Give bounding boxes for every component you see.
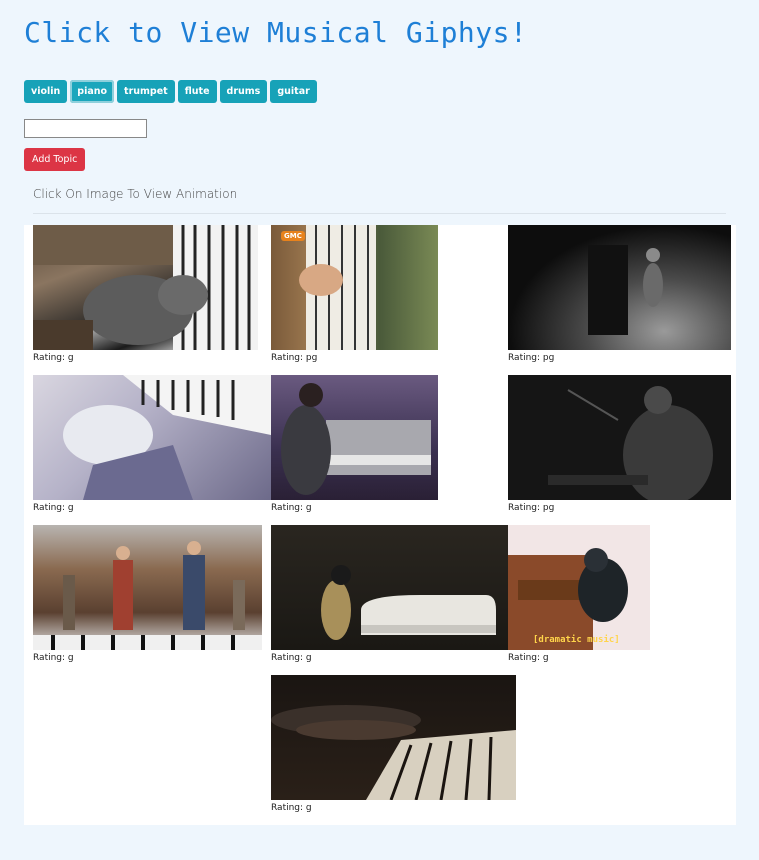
gif-image[interactable] <box>508 225 731 350</box>
gif-image[interactable] <box>271 525 508 650</box>
gif-image[interactable]: GMC <box>271 225 438 350</box>
gif-rating: Rating: pg <box>508 503 555 513</box>
topic-input[interactable] <box>24 119 147 138</box>
gif-rating: Rating: g <box>508 653 549 663</box>
gif-image[interactable] <box>33 225 258 350</box>
gif-gallery: Rating: g GMC Rating: pg Rating: pg Rati… <box>24 225 736 825</box>
gif-card: Rating: g <box>271 675 516 813</box>
gif-card: Rating: g <box>271 375 438 513</box>
gif-image[interactable] <box>271 375 438 500</box>
topic-button-row: violin piano trumpet flute drums guitar <box>24 80 317 103</box>
gif-card: Rating: g <box>33 225 258 363</box>
gif-image[interactable]: [dramatic music] <box>508 525 650 650</box>
gif-card: [dramatic music] Rating: g <box>508 525 650 663</box>
topic-button-flute[interactable]: flute <box>177 80 217 103</box>
gif-caption: [dramatic music] <box>533 635 620 645</box>
gif-image[interactable] <box>508 375 731 500</box>
gif-image[interactable] <box>33 525 262 650</box>
instruction-text: Click On Image To View Animation <box>33 187 238 201</box>
gif-image[interactable] <box>271 675 516 800</box>
gif-image[interactable] <box>33 375 271 500</box>
gif-rating: Rating: g <box>271 653 312 663</box>
gif-card: Rating: pg <box>508 375 731 513</box>
channel-badge: GMC <box>281 231 305 241</box>
page-title: Click to View Musical Giphys! <box>24 16 528 49</box>
topic-button-guitar[interactable]: guitar <box>270 80 317 103</box>
gif-rating: Rating: g <box>271 503 312 513</box>
gif-card: Rating: g <box>33 375 271 513</box>
topic-button-trumpet[interactable]: trumpet <box>117 80 175 103</box>
gif-rating: Rating: g <box>33 503 74 513</box>
gif-rating: Rating: g <box>33 653 74 663</box>
topic-button-violin[interactable]: violin <box>24 80 68 103</box>
gif-rating: Rating: g <box>271 803 312 813</box>
topic-button-piano[interactable]: piano <box>70 80 115 103</box>
gif-card: Rating: g <box>33 525 262 663</box>
gif-rating: Rating: pg <box>508 353 555 363</box>
gif-card: Rating: pg <box>508 225 731 363</box>
divider <box>33 213 726 214</box>
gif-rating: Rating: g <box>33 353 74 363</box>
add-topic-button[interactable]: Add Topic <box>24 148 86 171</box>
gif-rating: Rating: pg <box>271 353 318 363</box>
topic-button-drums[interactable]: drums <box>219 80 268 103</box>
gif-card: Rating: g <box>271 525 508 663</box>
gif-card: GMC Rating: pg <box>271 225 438 363</box>
